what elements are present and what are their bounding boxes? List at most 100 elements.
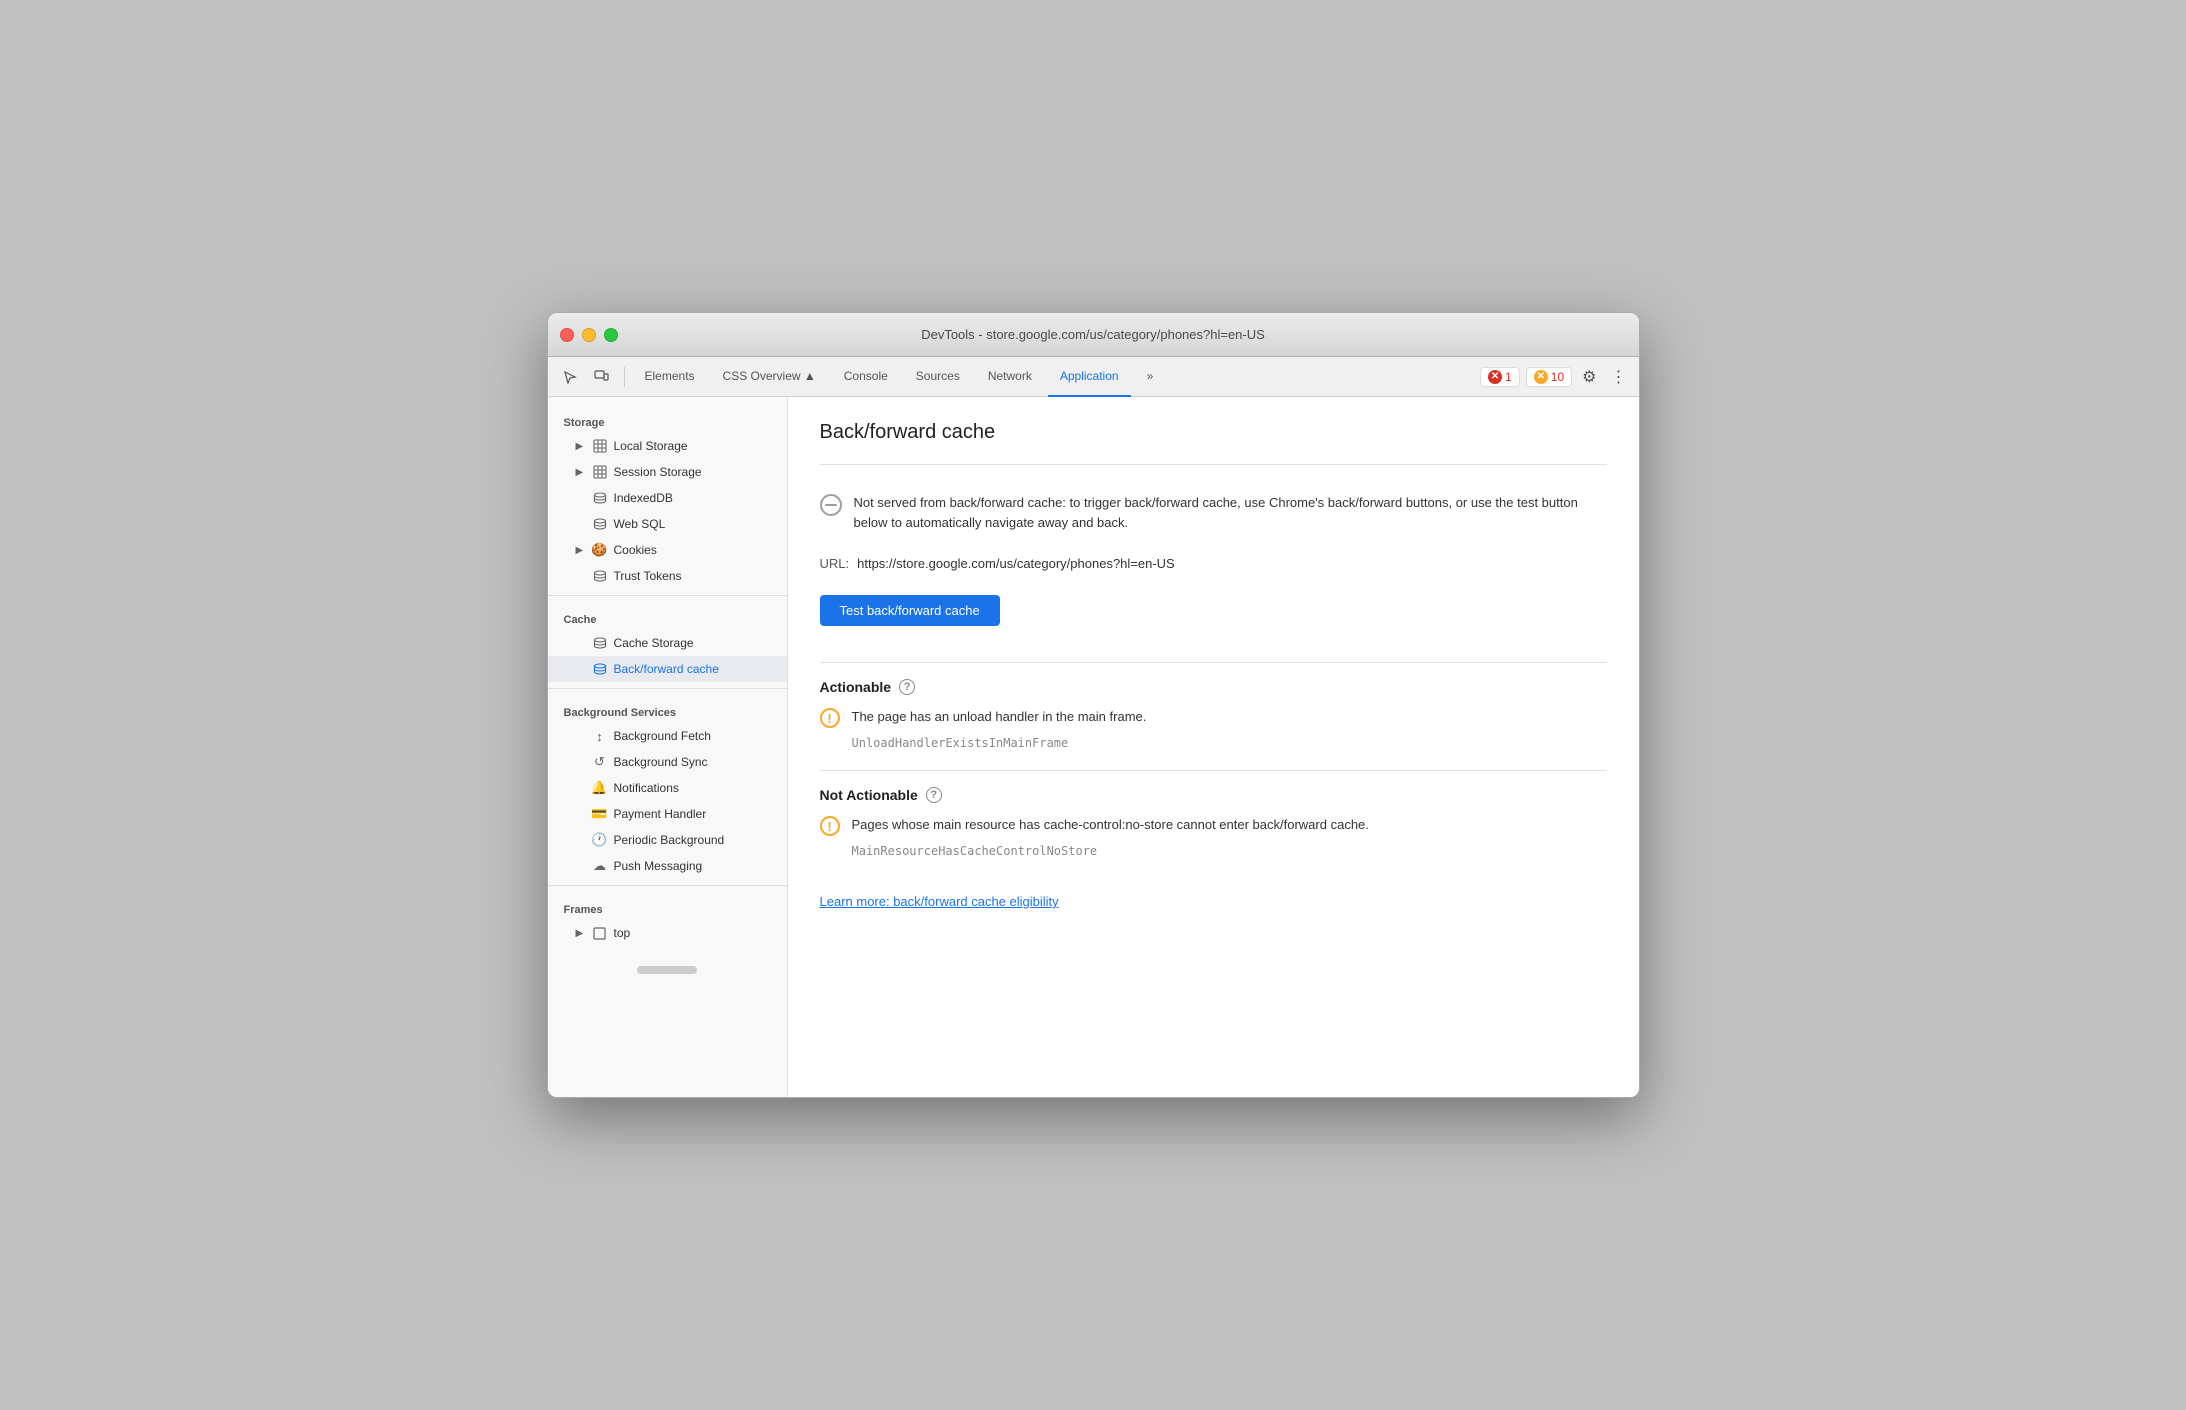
traffic-lights	[560, 328, 618, 342]
content-pane: Back/forward cache Not served from back/…	[788, 397, 1639, 1097]
no-entry-icon	[820, 494, 842, 516]
toolbar-separator	[624, 367, 625, 387]
background-fetch-label: Background Fetch	[614, 729, 711, 743]
trust-tokens-label: Trust Tokens	[614, 569, 682, 583]
indexeddb-label: IndexedDB	[614, 491, 673, 505]
sidebar-item-local-storage[interactable]: ▶ Local Storage	[548, 433, 787, 459]
more-options-icon[interactable]: ⋮	[1607, 367, 1631, 387]
expand-arrow-icon: ▶	[576, 928, 586, 939]
sidebar-divider-3	[548, 885, 787, 886]
divider-3	[820, 770, 1607, 771]
not-actionable-code: MainResourceHasCacheControlNoStore	[820, 844, 1607, 858]
cache-storage-icon	[592, 635, 608, 651]
url-row: URL: https://store.google.com/us/categor…	[820, 556, 1607, 571]
sidebar-item-back-forward-cache[interactable]: ▶ Back/forward cache	[548, 656, 787, 682]
info-box: Not served from back/forward cache: to t…	[820, 481, 1607, 544]
web-sql-label: Web SQL	[614, 517, 666, 531]
cookies-label: Cookies	[614, 543, 657, 557]
sidebar-item-trust-tokens[interactable]: ▶ Trust Tokens	[548, 563, 787, 589]
trust-tokens-icon	[592, 568, 608, 584]
learn-more-link[interactable]: Learn more: back/forward cache eligibili…	[820, 894, 1059, 909]
sidebar-item-background-fetch[interactable]: ▶ ↕ Background Fetch	[548, 723, 787, 749]
actionable-code: UnloadHandlerExistsInMainFrame	[820, 736, 1607, 750]
not-actionable-section: Not Actionable ? ! Pages whose main reso…	[820, 787, 1607, 858]
main-content: Storage ▶ Local Storage ▶ Session Storag…	[548, 397, 1639, 1097]
sidebar-item-web-sql[interactable]: ▶ Web SQL	[548, 511, 787, 537]
sidebar-item-payment-handler[interactable]: ▶ 💳 Payment Handler	[548, 801, 787, 827]
not-actionable-help-icon[interactable]: ?	[926, 787, 942, 803]
device-toggle-icon[interactable]	[588, 363, 616, 391]
frame-icon	[592, 925, 608, 941]
tab-css-overview[interactable]: CSS Overview ▲	[711, 357, 828, 397]
window-title: DevTools - store.google.com/us/category/…	[921, 327, 1265, 342]
toolbar-right: ✕ 1 ✕ 10 ⚙ ⋮	[1480, 367, 1630, 387]
settings-icon[interactable]: ⚙	[1578, 367, 1600, 387]
cursor-tool-icon[interactable]	[556, 363, 584, 391]
url-label: URL:	[820, 556, 850, 571]
expand-arrow-icon: ▶	[576, 467, 586, 478]
local-storage-icon	[592, 438, 608, 454]
sidebar-item-session-storage[interactable]: ▶ Session Storage	[548, 459, 787, 485]
not-actionable-warning-text: Pages whose main resource has cache-cont…	[852, 815, 1369, 835]
background-sync-icon: ↺	[592, 754, 608, 770]
info-message: Not served from back/forward cache: to t…	[854, 493, 1607, 532]
bg-services-section-label: Background Services	[548, 695, 787, 723]
tab-console[interactable]: Console	[832, 357, 900, 397]
storage-section-label: Storage	[548, 405, 787, 433]
actionable-section: Actionable ? ! The page has an unload ha…	[820, 679, 1607, 750]
actionable-title: Actionable ?	[820, 679, 1607, 695]
local-storage-label: Local Storage	[614, 439, 688, 453]
warning-icon-1: !	[820, 708, 840, 728]
tab-application[interactable]: Application	[1048, 357, 1131, 397]
periodic-background-label: Periodic Background	[614, 833, 725, 847]
tab-network[interactable]: Network	[976, 357, 1044, 397]
expand-arrow-icon: ▶	[576, 441, 586, 452]
expand-arrow-icon: ▶	[576, 545, 586, 556]
close-button[interactable]	[560, 328, 574, 342]
cache-storage-label: Cache Storage	[614, 636, 694, 650]
sidebar: Storage ▶ Local Storage ▶ Session Storag…	[548, 397, 788, 1097]
back-forward-cache-icon	[592, 661, 608, 677]
indexeddb-icon	[592, 490, 608, 506]
notifications-icon: 🔔	[592, 780, 608, 796]
actionable-warning-text: The page has an unload handler in the ma…	[852, 707, 1147, 727]
session-storage-label: Session Storage	[614, 465, 702, 479]
sidebar-item-top-frame[interactable]: ▶ top	[548, 920, 787, 946]
warning-icon: ✕	[1534, 370, 1548, 384]
background-fetch-icon: ↕	[592, 728, 608, 744]
sidebar-item-cookies[interactable]: ▶ 🍪 Cookies	[548, 537, 787, 563]
sidebar-divider	[548, 595, 787, 596]
divider-2	[820, 662, 1607, 663]
sidebar-item-background-sync[interactable]: ▶ ↺ Background Sync	[548, 749, 787, 775]
push-messaging-icon: ☁	[592, 858, 608, 874]
push-messaging-label: Push Messaging	[614, 859, 703, 873]
background-sync-label: Background Sync	[614, 755, 708, 769]
sidebar-item-push-messaging[interactable]: ▶ ☁ Push Messaging	[548, 853, 787, 879]
sidebar-divider-2	[548, 688, 787, 689]
cache-section-label: Cache	[548, 602, 787, 630]
not-actionable-warning-row: ! Pages whose main resource has cache-co…	[820, 815, 1607, 836]
tab-sources[interactable]: Sources	[904, 357, 972, 397]
tab-elements[interactable]: Elements	[633, 357, 707, 397]
error-icon: ✕	[1488, 370, 1502, 384]
sidebar-item-cache-storage[interactable]: ▶ Cache Storage	[548, 630, 787, 656]
sidebar-scrollbar[interactable]	[637, 966, 697, 974]
back-forward-cache-label: Back/forward cache	[614, 662, 719, 676]
maximize-button[interactable]	[604, 328, 618, 342]
divider-1	[820, 464, 1607, 465]
actionable-warning-row: ! The page has an unload handler in the …	[820, 707, 1607, 728]
sidebar-item-notifications[interactable]: ▶ 🔔 Notifications	[548, 775, 787, 801]
page-title: Back/forward cache	[820, 421, 1607, 444]
toolbar: Elements CSS Overview ▲ Console Sources …	[548, 357, 1639, 397]
actionable-help-icon[interactable]: ?	[899, 679, 915, 695]
error-count-badge[interactable]: ✕ 1	[1480, 367, 1520, 387]
payment-handler-label: Payment Handler	[614, 807, 707, 821]
minimize-button[interactable]	[582, 328, 596, 342]
frames-section-label: Frames	[548, 892, 787, 920]
url-value: https://store.google.com/us/category/pho…	[857, 556, 1175, 571]
sidebar-item-periodic-background[interactable]: ▶ 🕐 Periodic Background	[548, 827, 787, 853]
sidebar-item-indexeddb[interactable]: ▶ IndexedDB	[548, 485, 787, 511]
test-back-forward-button[interactable]: Test back/forward cache	[820, 595, 1000, 626]
warning-count-badge[interactable]: ✕ 10	[1526, 367, 1572, 387]
tab-more[interactable]: »	[1135, 357, 1166, 397]
